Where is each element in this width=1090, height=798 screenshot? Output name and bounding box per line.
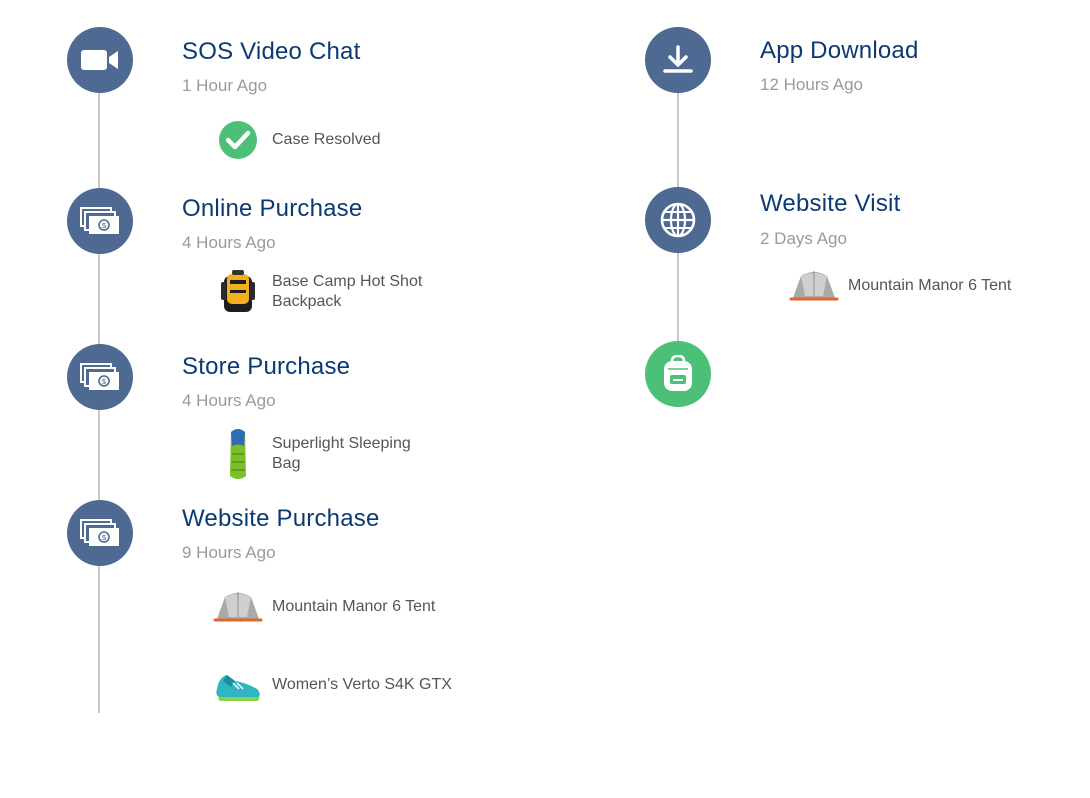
backpack-icon	[664, 355, 692, 391]
money-icon: $	[80, 519, 119, 546]
tent-image	[210, 581, 266, 633]
online-purchase-node[interactable]: $	[67, 188, 133, 254]
event-time: 9 Hours Ago	[182, 543, 276, 562]
event-item[interactable]: Women’s Verto S4K GTX	[210, 659, 452, 711]
item-label: Base Camp Hot Shot	[272, 273, 423, 290]
store-purchase-node[interactable]: $	[67, 344, 133, 410]
money-icon: $	[80, 363, 119, 390]
globe-icon	[660, 202, 696, 238]
item-label: Mountain Manor 6 Tent	[272, 598, 436, 615]
item-label: Mountain Manor 6 Tent	[848, 277, 1012, 294]
video-camera-icon	[81, 50, 118, 70]
event-time: 2 Days Ago	[760, 229, 847, 248]
item-label: Women’s Verto S4K GTX	[272, 676, 452, 693]
item-label: Case Resolved	[272, 131, 381, 148]
event-item[interactable]: Superlight Sleeping Bag	[210, 424, 411, 484]
activity-timeline: SOS Video Chat 1 Hour Ago Case Resolved …	[0, 0, 1090, 798]
event-time: 4 Hours Ago	[182, 391, 276, 410]
svg-text:$: $	[101, 533, 106, 542]
tent-image	[786, 260, 842, 312]
event-time: 12 Hours Ago	[760, 75, 864, 94]
download-icon	[663, 45, 693, 73]
event-time: 4 Hours Ago	[182, 233, 276, 252]
check-circle-icon	[210, 114, 266, 166]
shoe-image	[210, 659, 266, 711]
event-item[interactable]: Mountain Manor 6 Tent	[786, 260, 1011, 312]
svg-text:$: $	[101, 221, 106, 230]
event-title[interactable]: Website Visit	[760, 190, 900, 218]
event-title[interactable]: App Download	[760, 37, 919, 65]
website-visit-node[interactable]	[645, 187, 711, 253]
event-title[interactable]: Store Purchase	[182, 353, 350, 381]
svg-text:$: $	[101, 377, 106, 386]
item-label: Superlight Sleeping	[272, 435, 411, 452]
website-purchase-node[interactable]: $	[67, 500, 133, 566]
event-title[interactable]: SOS Video Chat	[182, 38, 360, 66]
event-item[interactable]: Case Resolved	[210, 114, 381, 166]
event-item[interactable]: Base Camp Hot Shot Backpack	[210, 266, 422, 318]
event-item[interactable]: Mountain Manor 6 Tent	[210, 581, 435, 633]
event-title[interactable]: Online Purchase	[182, 195, 362, 223]
app-download-node[interactable]	[645, 27, 711, 93]
sleeping-bag-image	[210, 424, 266, 484]
video-chat-node[interactable]	[67, 27, 133, 93]
backpack-image	[210, 266, 266, 318]
item-label: Bag	[272, 455, 301, 472]
backpack-node[interactable]	[645, 341, 711, 407]
money-icon: $	[80, 207, 119, 234]
event-title[interactable]: Website Purchase	[182, 505, 380, 533]
event-time: 1 Hour Ago	[182, 76, 268, 95]
item-label: Backpack	[272, 293, 342, 310]
